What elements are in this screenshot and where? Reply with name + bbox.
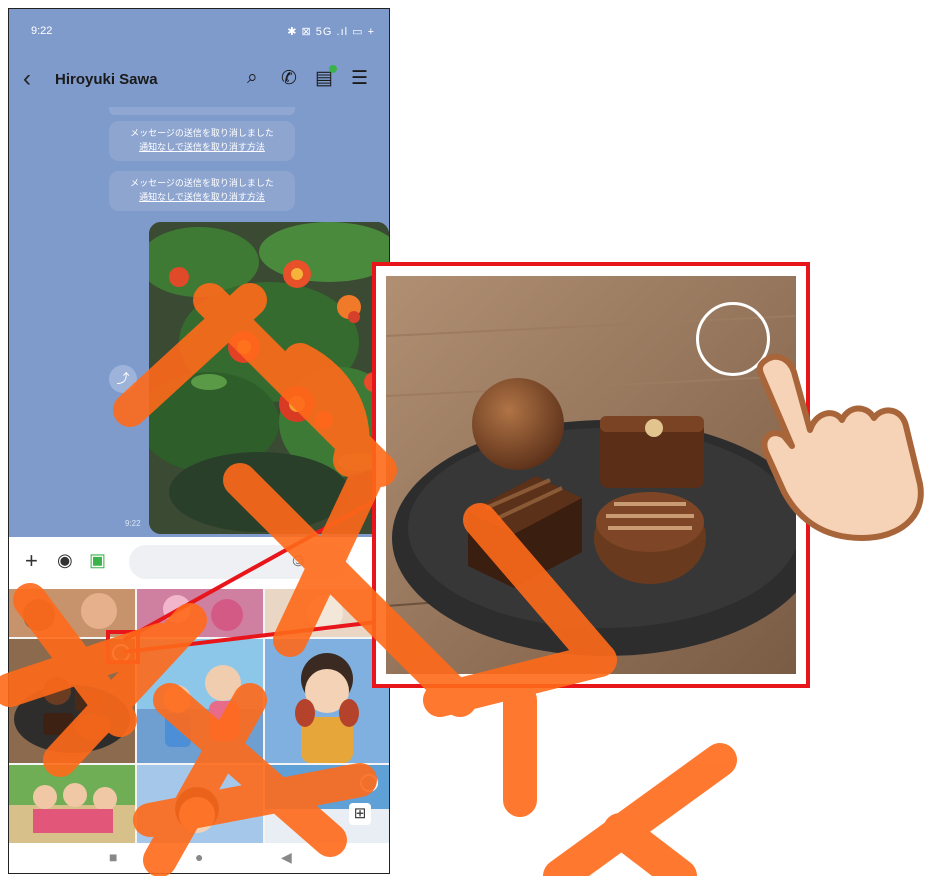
unsend-notice: メッセージの送信を取り消しました 通知なしで送信を取り消す方法 — [109, 171, 295, 211]
unsend-help-link[interactable]: 通知なしで送信を取り消す方法 — [139, 192, 265, 202]
gallery-thumb[interactable] — [137, 589, 263, 637]
camera-icon[interactable]: ◉ — [57, 550, 73, 571]
gallery-thumb-chocolates[interactable] — [9, 639, 135, 763]
gallery-thumb[interactable] — [137, 765, 263, 843]
chat-header: ‹ Hiroyuki Sawa ⌕ ✆ ▤ ☰ — [9, 53, 389, 107]
status-time: 9:22 — [31, 25, 53, 37]
status-indicators: ✱ ⊠ 5G .ıl ▭ + — [287, 26, 375, 38]
pointing-hand-icon — [756, 353, 924, 541]
gallery-thumb[interactable] — [137, 639, 263, 763]
contact-name: Hiroyuki Sawa — [55, 71, 158, 88]
phone-icon[interactable]: ✆ — [281, 67, 297, 90]
recent-apps-icon[interactable]: ■ — [109, 849, 117, 865]
menu-icon[interactable]: ☰ — [351, 67, 368, 90]
input-bar: + ◉ ▣ ☺ — [9, 537, 389, 589]
phone-screen: 9:22 ✱ ⊠ 5G .ıl ▭ + ‹ Hiroyuki Sawa ⌕ ✆ … — [8, 8, 390, 874]
plus-icon[interactable]: + — [25, 548, 38, 574]
gallery-thumb[interactable] — [9, 765, 135, 843]
share-icon[interactable]: ⤴ — [109, 365, 137, 393]
message-input[interactable] — [129, 545, 349, 579]
back-icon[interactable]: ‹ — [23, 65, 31, 93]
gallery-thumb[interactable] — [9, 589, 135, 637]
sent-flower-photo[interactable] — [149, 222, 389, 534]
search-icon[interactable]: ⌕ — [247, 67, 258, 89]
image-icon[interactable]: ▣ — [89, 550, 106, 571]
chat-area[interactable]: メッセージの送信を取り消しました 通知なしで送信を取り消す方法 メッセージの送信… — [9, 107, 389, 537]
date-separator — [109, 107, 295, 115]
home-icon[interactable]: ● — [195, 849, 203, 865]
back-nav-icon[interactable]: ◀ — [281, 849, 292, 866]
unsend-notice-text: メッセージの送信を取り消しました — [130, 178, 274, 188]
unsend-help-link[interactable]: 通知なしで送信を取り消す方法 — [139, 142, 265, 152]
photo-gallery: ⊞ — [9, 589, 389, 843]
emoji-icon[interactable]: ☺ — [289, 550, 307, 571]
navigation-bar: ■ ● ◀ — [9, 843, 389, 873]
unsend-notice-text: メッセージの送信を取り消しました — [130, 128, 274, 138]
grid-icon[interactable]: ⊞ — [349, 803, 371, 825]
notes-badge — [329, 65, 337, 73]
gallery-thumb[interactable] — [265, 765, 389, 843]
unsend-notice: メッセージの送信を取り消しました 通知なしで送信を取り消す方法 — [109, 121, 295, 161]
message-time: 9:22 — [125, 519, 141, 528]
status-bar: 9:22 ✱ ⊠ 5G .ıl ▭ + — [9, 9, 389, 53]
